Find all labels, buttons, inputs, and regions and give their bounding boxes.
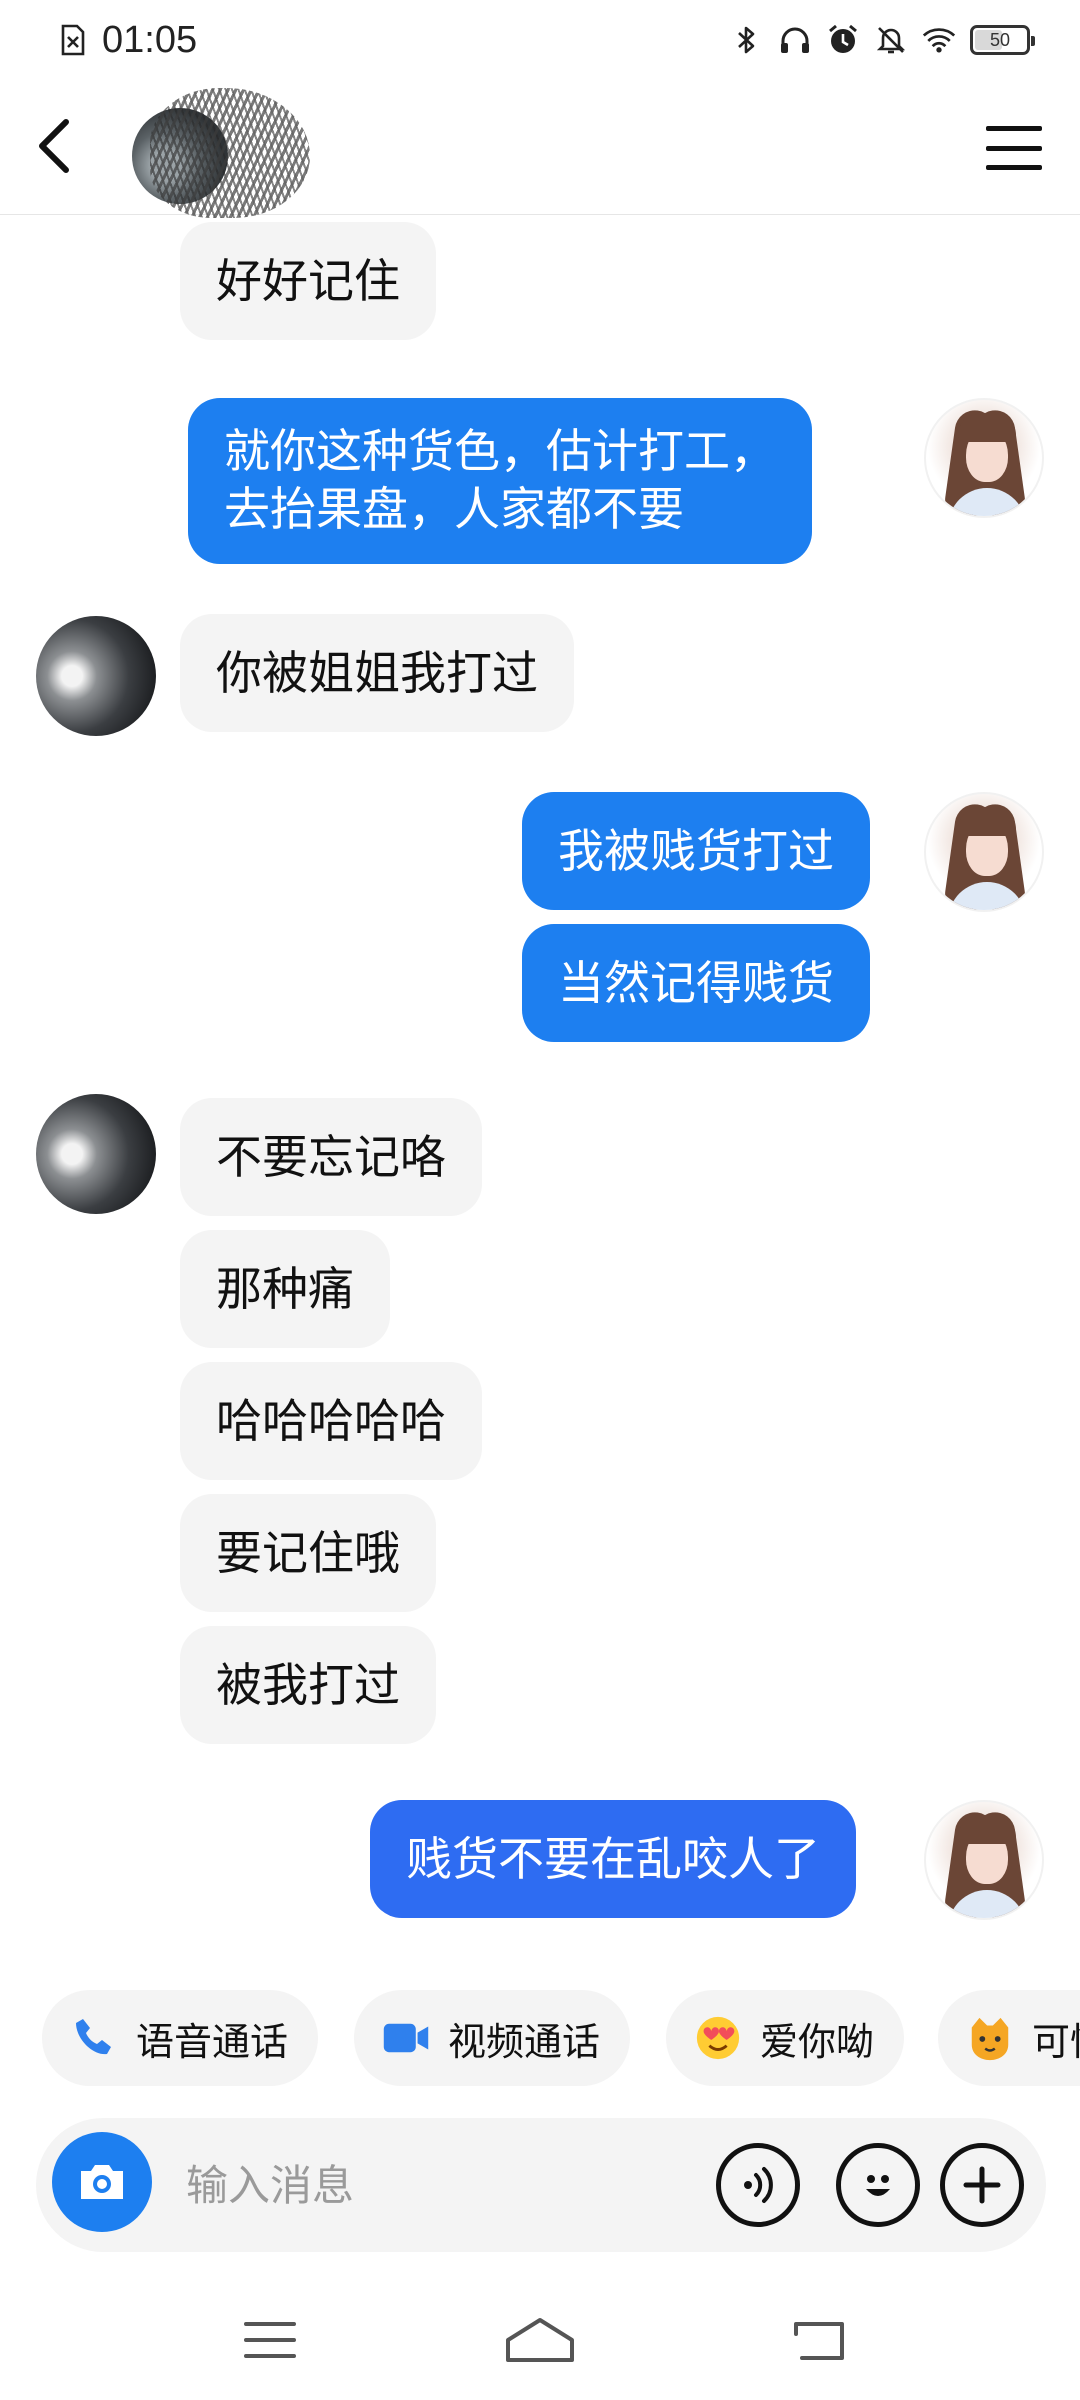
status-time: 01:05	[102, 18, 198, 61]
quick-actions: 语音通话 视频通话 爱你呦 可怜	[0, 1984, 1080, 2092]
status-bar: 01:05 50	[0, 0, 1080, 80]
smile-icon	[866, 2175, 890, 2196]
message-bubble-outgoing[interactable]: 就你这种货色，估计打工， 去抬果盘，人家都不要	[188, 398, 812, 564]
recent-apps-button[interactable]	[230, 2300, 310, 2380]
message-line: 就你这种货色，估计打工，	[224, 424, 776, 478]
bluetooth-icon	[730, 23, 764, 57]
more-actions-button[interactable]	[940, 2143, 1024, 2227]
emoji-button[interactable]	[836, 2143, 920, 2227]
message-bubble-incoming[interactable]: 要记住哦	[180, 1494, 436, 1612]
status-right: 50	[730, 23, 1035, 57]
camera-icon	[81, 2165, 123, 2199]
camera-button[interactable]	[52, 2132, 152, 2232]
home-button[interactable]	[500, 2300, 580, 2380]
love-you-chip[interactable]: 爱你呦	[666, 1990, 905, 2086]
back-icon	[794, 2322, 844, 2360]
alarm-icon	[826, 23, 860, 57]
voice-message-button[interactable]	[716, 2143, 800, 2227]
message-bubble-incoming[interactable]: 哈哈哈哈哈	[180, 1362, 482, 1480]
redaction-scribble	[150, 88, 310, 218]
mute-icon	[874, 23, 908, 57]
my-avatar[interactable]	[924, 1800, 1044, 1920]
message-line: 去抬果盘，人家都不要	[224, 482, 684, 536]
peer-avatar[interactable]	[36, 1094, 156, 1214]
system-nav-bar	[0, 2280, 1080, 2400]
message-list[interactable]: 好好记住 就你这种货色，估计打工， 去抬果盘，人家都不要 你被姐姐我打过 我被贱…	[0, 216, 1080, 1956]
message-input-bar	[36, 2118, 1046, 2252]
voice-wave-icon	[744, 2167, 773, 2203]
chip-label: 语音通话	[136, 2019, 289, 2064]
message-bubble-outgoing[interactable]: 贱货不要在乱咬人了	[370, 1800, 856, 1918]
plus-icon	[963, 2166, 1001, 2204]
hamburger-menu-icon	[986, 126, 1042, 131]
message-input[interactable]	[186, 2148, 686, 2222]
system-back-button[interactable]	[780, 2300, 860, 2380]
wifi-icon	[922, 23, 956, 57]
message-bubble-incoming[interactable]: 被我打过	[180, 1626, 436, 1744]
voice-call-chip[interactable]: 语音通话	[42, 1990, 319, 2086]
sim-missing-icon	[56, 23, 90, 57]
phone-icon	[70, 2014, 118, 2062]
chip-label: 可怜	[1032, 2019, 1080, 2064]
message-bubble-outgoing[interactable]: 当然记得贱货	[522, 924, 870, 1042]
home-icon	[506, 2318, 574, 2362]
message-bubble-incoming[interactable]: 你被姐姐我打过	[180, 614, 574, 732]
message-bubble-incoming[interactable]: 好好记住	[180, 222, 436, 340]
back-button[interactable]	[22, 114, 86, 178]
video-camera-icon	[382, 2014, 430, 2062]
pitiful-chip[interactable]: 可怜	[938, 1990, 1080, 2086]
menu-button[interactable]	[984, 120, 1044, 176]
peer-avatar[interactable]	[36, 616, 156, 736]
cat-emoji-icon	[966, 2014, 1014, 2062]
message-bubble-incoming[interactable]: 那种痛	[180, 1230, 390, 1348]
headphones-icon	[778, 23, 812, 57]
chevron-left-icon	[39, 119, 69, 173]
my-avatar[interactable]	[924, 792, 1044, 912]
heart-eyes-emoji-icon	[694, 2014, 742, 2062]
chat-header	[0, 80, 1080, 218]
battery-icon: 50	[970, 25, 1035, 55]
chip-label: 爱你呦	[760, 2019, 875, 2064]
status-left: 01:05	[56, 19, 197, 62]
message-bubble-incoming[interactable]: 不要忘记咯	[180, 1098, 482, 1216]
recent-apps-icon	[244, 2322, 296, 2358]
battery-level: 50	[989, 29, 1011, 50]
message-bubble-outgoing[interactable]: 我被贱货打过	[522, 792, 870, 910]
chip-label: 视频通话	[448, 2019, 601, 2064]
my-avatar[interactable]	[924, 398, 1044, 518]
video-call-chip[interactable]: 视频通话	[354, 1990, 631, 2086]
